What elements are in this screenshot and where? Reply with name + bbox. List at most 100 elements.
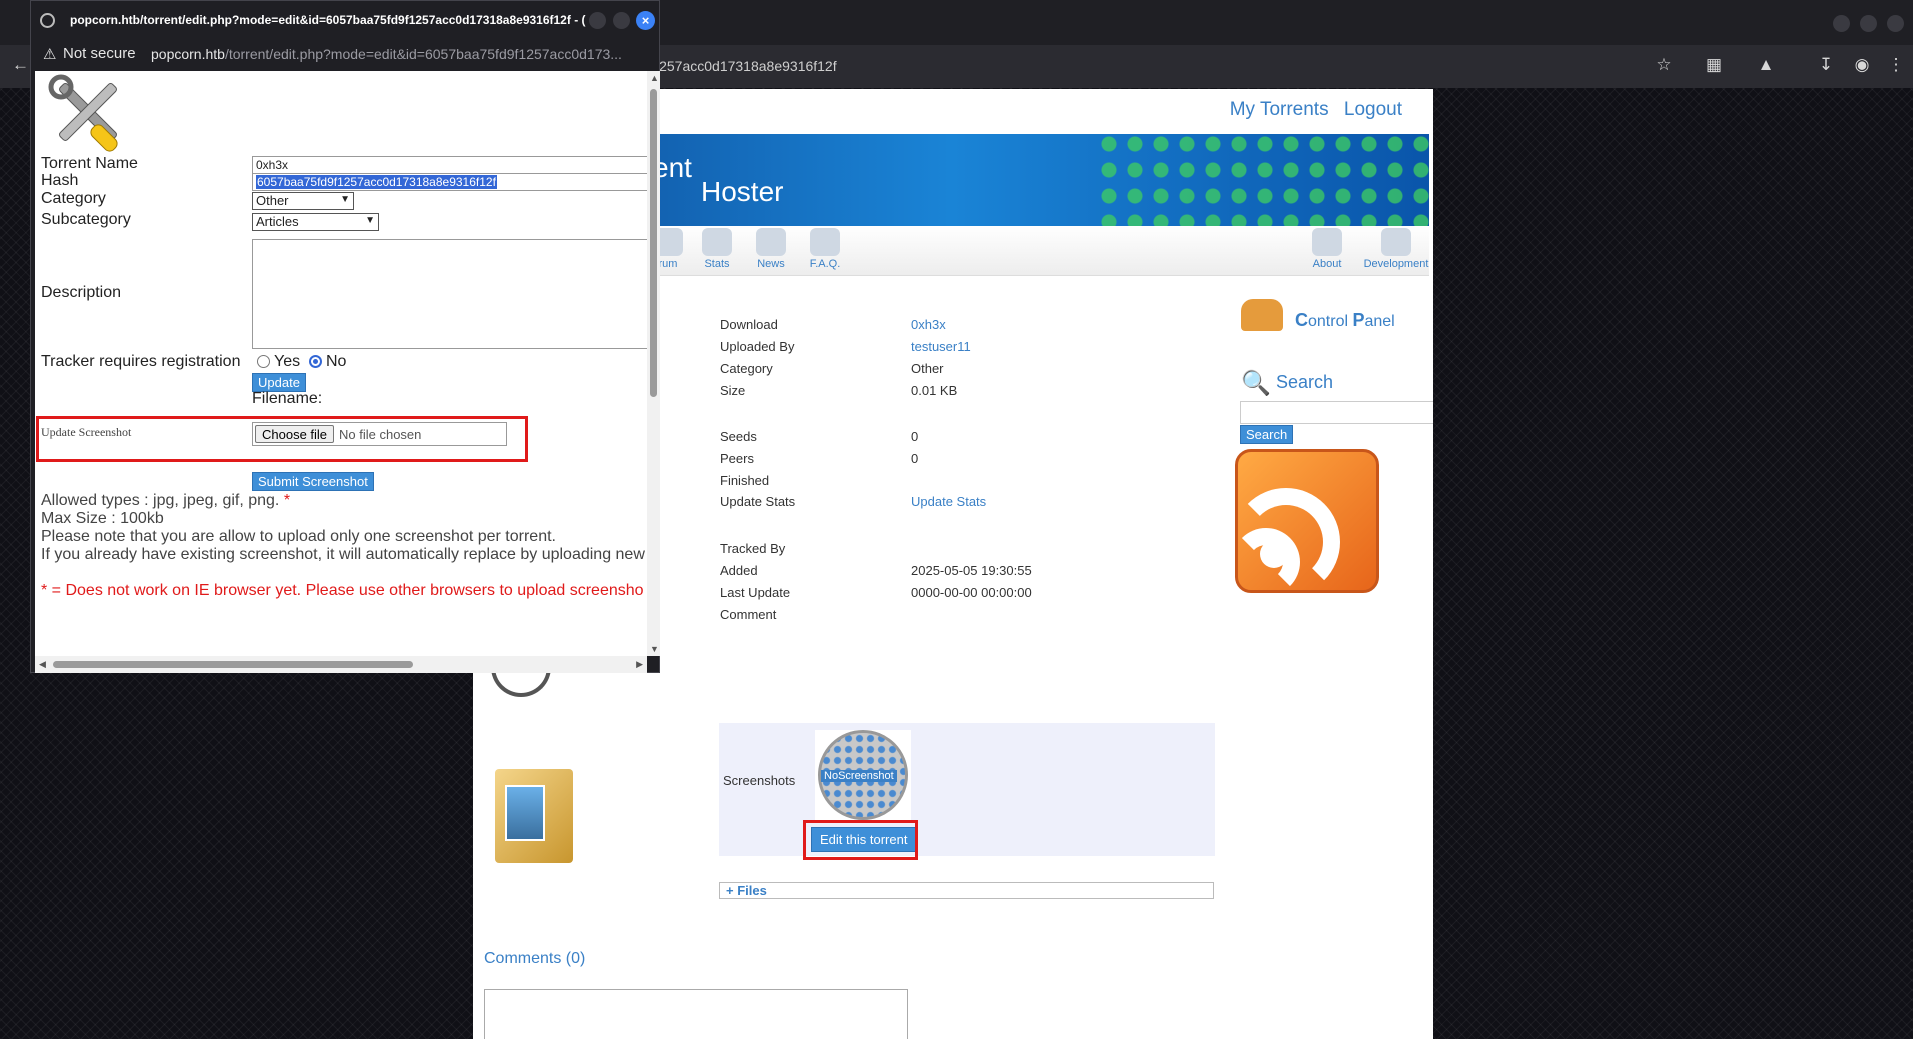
screenshots-section: Screenshots NoScreenshot Edit this torre… (719, 723, 1215, 860)
nav-stats[interactable]: Stats (689, 228, 745, 270)
submit-screenshot-button[interactable]: Submit Screenshot (252, 472, 374, 491)
scroll-up-icon[interactable]: ▲ (650, 73, 659, 83)
development-icon (1381, 228, 1411, 256)
popup-maximize-icon[interactable] (613, 12, 630, 29)
warning-icon: ⚠ (43, 46, 57, 63)
nav-about[interactable]: About (1299, 228, 1355, 270)
maximize-icon[interactable] (1860, 15, 1877, 32)
sidebar-search-button[interactable]: Search (1240, 425, 1294, 444)
uploader-link[interactable]: testuser11 (911, 339, 971, 354)
rss-dot (1260, 540, 1288, 568)
torrent-name-input[interactable]: 0xh3x (252, 156, 647, 174)
torrent-name-label: Torrent Name (41, 155, 138, 172)
download-link[interactable]: 0xh3x (911, 317, 946, 332)
my-torrents-link[interactable]: My Torrents (1230, 99, 1329, 120)
tracker-registration-label: Tracker requires registration (41, 353, 241, 370)
popup-title: popcorn.htb/torrent/edit.php?mode=edit&i… (70, 13, 586, 27)
nav-development[interactable]: Development (1361, 228, 1431, 270)
highlight-box-screenshot (36, 416, 528, 462)
comments-heading[interactable]: Comments (0) (484, 950, 585, 968)
detail-value: 0.01 KB (911, 383, 958, 398)
detail-value: 0 (911, 429, 919, 444)
scroll-down-icon[interactable]: ▼ (650, 644, 659, 654)
menu-icon[interactable]: ⋮ (1886, 55, 1906, 75)
comment-textarea[interactable] (484, 989, 908, 1039)
profile-icon[interactable]: ◉ (1852, 55, 1872, 75)
no-label: No (326, 353, 347, 370)
description-textarea[interactable] (252, 239, 647, 349)
scroll-left-icon[interactable]: ◀ (39, 659, 46, 670)
detail-value: 0000-00-00 00:00:00 (911, 585, 1032, 600)
chevron-down-icon: ▼ (365, 215, 375, 226)
about-icon (1312, 228, 1342, 256)
magnifier-icon: 🔍 (1241, 370, 1271, 397)
no-screenshot-image: NoScreenshot (815, 730, 911, 820)
detail-label: Category (720, 361, 773, 376)
popup-minimize-icon[interactable] (589, 12, 606, 29)
edit-form: Torrent Name 0xh3x Hash 6057baa75fd9f125… (35, 71, 647, 656)
filename-label: Filename: (252, 390, 323, 407)
update-stats-link[interactable]: Update Stats (911, 494, 986, 509)
vertical-scroll-thumb[interactable] (650, 89, 657, 397)
yes-label: Yes (274, 353, 301, 370)
description-label: Description (41, 284, 122, 301)
subcategory-label: Subcategory (41, 211, 131, 228)
nav-faq[interactable]: F.A.Q. (797, 228, 853, 270)
ie-warning-note: * = Does not work on IE browser yet. Ple… (41, 582, 644, 599)
flask-icon[interactable]: ▲ (1756, 55, 1776, 75)
horizontal-scroll-thumb[interactable] (53, 661, 413, 668)
detail-label: Download (720, 317, 778, 332)
faq-icon (810, 228, 840, 256)
detail-label: Uploaded By (720, 339, 795, 354)
subcategory-select[interactable]: Articles ▼ (252, 213, 379, 231)
close-window-icon[interactable] (1887, 15, 1904, 32)
chevron-down-icon: ▼ (340, 194, 350, 205)
tracker-no-radio[interactable] (309, 355, 322, 368)
replace-screenshot-note: If you already have existing screenshot,… (41, 546, 645, 563)
detail-label: Peers (720, 451, 754, 466)
popup-close-icon[interactable]: × (636, 11, 655, 30)
category-select[interactable]: Other ▼ (252, 192, 354, 210)
tracker-yes-radio[interactable] (257, 355, 270, 368)
no-screenshot-caption: NoScreenshot (821, 770, 897, 782)
logout-link[interactable]: Logout (1344, 99, 1402, 120)
detail-label: Finished (720, 473, 770, 488)
stats-icon (702, 228, 732, 256)
detail-label: Added (720, 563, 758, 578)
popup-horizontal-scrollbar[interactable]: ◀ ▶ (35, 656, 647, 673)
one-screenshot-note: Please note that you are allow to upload… (41, 528, 556, 545)
detail-value: Other (911, 361, 944, 376)
control-panel-link[interactable]: Control Panel (1295, 310, 1395, 331)
main-address-bar[interactable]: l257acc0d17318a8e9316f12f (656, 58, 837, 74)
popup-vertical-scrollbar[interactable]: ▲ ▼ (647, 71, 660, 656)
detail-label: Tracked By (720, 541, 786, 556)
detail-value: 0 (911, 451, 919, 466)
hash-input[interactable]: 6057baa75fd9f1257acc0d17318a8e9316f12f (252, 173, 647, 191)
top-navigation: My Torrents Logout (1220, 99, 1402, 121)
max-size-note: Max Size : 100kb (41, 510, 164, 527)
scroll-right-icon[interactable]: ▶ (636, 659, 643, 670)
control-panel-icon (1241, 299, 1283, 331)
hash-label: Hash (41, 172, 79, 189)
download-icon[interactable]: ↧ (1816, 55, 1836, 75)
banner-text-hoster: Hoster (701, 176, 784, 207)
category-label: Category (41, 190, 106, 207)
files-toggle[interactable]: + Files (719, 882, 1214, 899)
popup-address-bar[interactable]: ⚠ Not secure popcorn.htb/torrent/edit.ph… (31, 41, 661, 71)
folder-photo (505, 785, 545, 841)
allowed-types-note: Allowed types : jpg, jpeg, gif, png. * (41, 492, 291, 509)
sidebar-search-input[interactable] (1240, 401, 1433, 424)
tools-icon (48, 74, 118, 152)
detail-label: Seeds (720, 429, 757, 444)
bookmark-star-icon[interactable]: ☆ (1654, 55, 1674, 75)
detail-label: Update Stats (720, 494, 796, 509)
extensions-icon[interactable]: ▦ (1704, 55, 1724, 75)
rss-feed-icon[interactable] (1232, 449, 1379, 596)
screenshots-label: Screenshots (723, 773, 796, 788)
highlight-box-edit (803, 820, 918, 860)
back-arrow-icon[interactable]: ← (12, 55, 29, 75)
not-secure-label: Not secure (63, 45, 136, 62)
nav-news[interactable]: News (743, 228, 799, 270)
globe-icon (40, 13, 55, 28)
minimize-icon[interactable] (1833, 15, 1850, 32)
